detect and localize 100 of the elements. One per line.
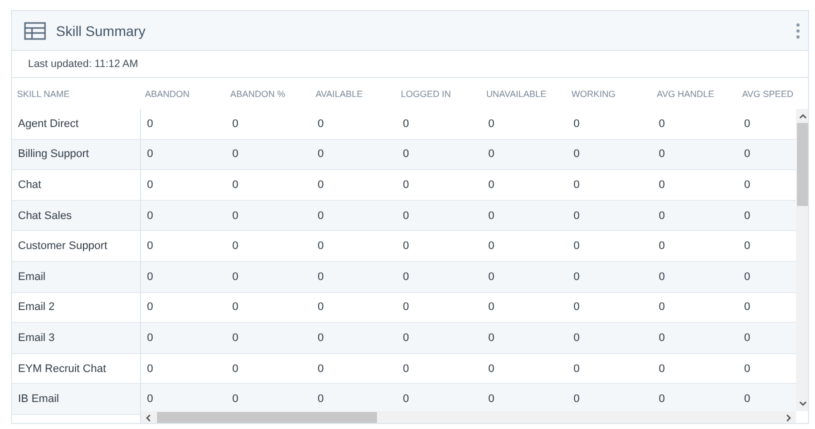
table-cell-text: 0 (316, 178, 325, 191)
column-header[interactable]: ABANDON % (225, 88, 311, 98)
table-cell-text: Chat Sales (17, 210, 72, 222)
table-cell-text: Email 3 (17, 332, 55, 344)
table-cell-text: 0 (658, 210, 666, 222)
table-cell-text: 0 (402, 270, 410, 283)
table-cell-text: 0 (743, 332, 752, 344)
scroll-down-icon[interactable] (798, 400, 808, 408)
table-cell-text: 0 (658, 270, 666, 283)
column-header[interactable]: ABANDON (140, 88, 226, 98)
table-cell-text: 0 (658, 332, 666, 344)
table-cell-text: Email 2 (17, 301, 55, 314)
table-cell-text: 0 (658, 148, 666, 160)
table-cell-text: 0 (658, 362, 666, 375)
column-header[interactable]: AVG SPEED (737, 88, 808, 98)
table-cell-text: 0 (146, 210, 154, 222)
table-cell-text: Chat (17, 178, 42, 191)
table-cell-text: 0 (487, 148, 496, 160)
scroll-up-icon[interactable] (798, 112, 808, 120)
table-cell-text: 0 (743, 362, 752, 375)
vertical-scrollbar[interactable] (796, 109, 808, 411)
table-cell-text: 0 (487, 362, 496, 375)
table-cell-text: 0 (658, 393, 666, 406)
table-cell-text: Billing Support (17, 148, 89, 160)
table-cell-text: 0 (402, 362, 410, 375)
table-cell-text: 0 (231, 393, 240, 406)
table-cell-text: 0 (572, 240, 581, 252)
table-cell-text: 0 (572, 178, 581, 191)
table-cell-text: 0 (316, 118, 325, 130)
last-updated-text: Last updated: 11:12 AM (28, 58, 138, 70)
table-cell-text: 0 (658, 240, 666, 252)
table-cell-text: 0 (487, 270, 496, 283)
table-cell-text: 0 (146, 178, 154, 191)
table-cell-text: 0 (231, 270, 240, 283)
table-cell-text: 0 (402, 178, 410, 191)
table-cell-text: 0 (402, 332, 410, 344)
column-header[interactable]: UNAVAILABLE (481, 88, 566, 98)
table-cell-text: 0 (146, 301, 154, 314)
table-cell-text: 0 (316, 148, 325, 160)
table-cell-text: 0 (231, 118, 240, 130)
table-cell-text: 0 (487, 178, 496, 191)
column-header[interactable]: AVAILABLE (310, 88, 396, 98)
scroll-right-icon[interactable] (785, 413, 793, 423)
table-cell-text: 0 (487, 332, 496, 344)
table-cell-text: 0 (743, 118, 752, 130)
table-cell-text: 0 (146, 148, 154, 160)
table-cell-text: 0 (402, 118, 410, 130)
table-cell-text: 0 (146, 362, 154, 375)
table-cell-text: 0 (658, 118, 666, 130)
table-icon (24, 22, 46, 40)
table-cell-text: 0 (572, 362, 581, 375)
table-cell-text: 0 (146, 332, 154, 344)
table-cell-text: EYM Recruit Chat (17, 362, 106, 375)
table-cell-text: 0 (487, 240, 496, 252)
table-cell-text: 0 (658, 178, 666, 191)
table-cell-text: 0 (743, 210, 752, 222)
table-cell-text: 0 (572, 332, 581, 344)
table-cell-text: 0 (231, 332, 240, 344)
table-cell-text: 0 (487, 301, 496, 314)
table-cell-text: 0 (231, 301, 240, 314)
table-cell-text: 0 (146, 270, 154, 283)
card-title: Skill Summary (56, 22, 146, 38)
scroll-left-icon[interactable] (144, 413, 152, 423)
table-cell-text: 0 (743, 393, 752, 406)
column-header[interactable]: LOGGED IN (396, 88, 482, 98)
table-cell-text: 0 (487, 210, 496, 222)
table-cell-text: 0 (402, 393, 410, 406)
table-cell-text: 0 (743, 178, 752, 191)
horizontal-scrollbar[interactable] (141, 411, 796, 423)
table-cell-text: Agent Direct (17, 118, 79, 130)
column-header[interactable]: SKILL NAME (12, 88, 140, 98)
table-cell-text: 0 (743, 148, 752, 160)
table-cell-text: 0 (316, 393, 325, 406)
table-cell-text: 0 (487, 118, 496, 130)
table-cell-text: 0 (402, 301, 410, 314)
table-cell-text: 0 (402, 148, 410, 160)
table-cell-text: 0 (743, 270, 752, 283)
column-header[interactable]: AVG HANDLE (652, 88, 738, 98)
table-cell-text: 0 (572, 210, 581, 222)
table-cell-text: Email (17, 270, 46, 283)
table-cell-text: IB Email (17, 393, 59, 406)
table-cell-text: 0 (146, 393, 154, 406)
table-cell-text: 0 (316, 270, 325, 283)
table-cell-text: 0 (743, 240, 752, 252)
table-cell-text: 0 (231, 148, 240, 160)
table-cell-text: 0 (316, 301, 325, 314)
table-cell-text: 0 (572, 393, 581, 406)
table-cell-text: 0 (402, 240, 410, 252)
more-menu-icon[interactable] (796, 22, 800, 38)
table-cell-text: 0 (316, 240, 325, 252)
table-cell-text: 0 (487, 393, 496, 406)
table-cell-text: 0 (572, 270, 581, 283)
table-cell-text: 0 (316, 210, 325, 222)
table-cell-text: 0 (402, 210, 410, 222)
table-cell-text: 0 (231, 240, 240, 252)
table-cell-text: 0 (231, 362, 240, 375)
table-cell-text: 0 (231, 210, 240, 222)
table-cell-text: 0 (572, 148, 581, 160)
table-cell-text: 0 (316, 332, 325, 344)
column-header[interactable]: WORKING (566, 88, 652, 98)
